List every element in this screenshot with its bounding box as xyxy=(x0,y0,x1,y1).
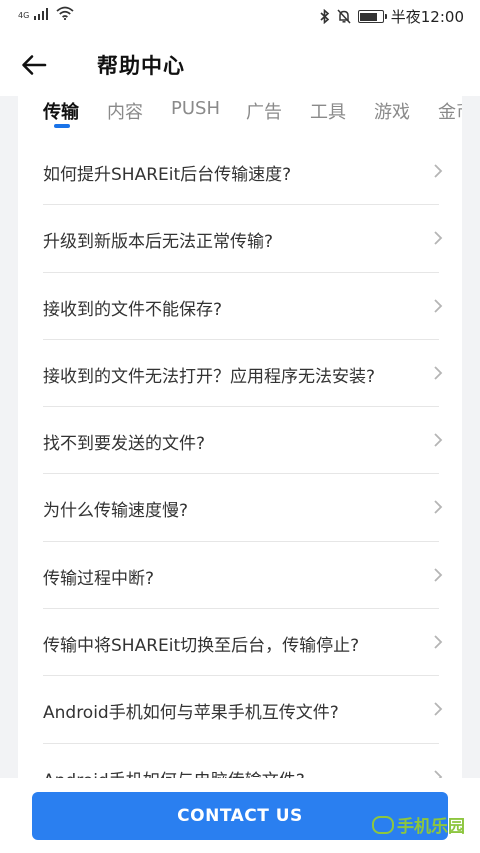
watermark-text: 手机乐园 xyxy=(397,817,465,837)
content-card: 传输 内容 PUSH 广告 工具 游戏 金币 如何提升SHAREit后台传输速度… xyxy=(18,96,462,796)
status-left: 4G xyxy=(18,6,74,20)
faq-question: 为什么传输速度慢? xyxy=(43,501,189,522)
tab-transfer[interactable]: 传输 xyxy=(43,98,79,124)
faq-item[interactable]: 找不到要发送的文件? xyxy=(43,407,443,475)
watermark-icon xyxy=(372,815,394,834)
faq-question: 接收到的文件不能保存? xyxy=(43,299,223,320)
category-tabs: 传输 内容 PUSH 广告 工具 游戏 金币 xyxy=(18,96,462,136)
battery-icon xyxy=(357,10,387,23)
faq-question: 接收到的文件无法打开？应用程序无法安装? xyxy=(43,366,376,387)
chevron-right-icon xyxy=(434,298,443,313)
faq-item[interactable]: Android手机如何与苹果手机互传文件? xyxy=(43,676,443,744)
chevron-right-icon xyxy=(434,366,443,380)
bell-off-icon xyxy=(337,9,351,24)
tab-push[interactable]: PUSH xyxy=(171,98,220,119)
tab-ads[interactable]: 广告 xyxy=(246,98,282,124)
faq-question: 传输中将SHAREit切换至后台，传输停止? xyxy=(43,636,360,657)
chevron-right-icon xyxy=(434,164,443,178)
faq-question: 如何提升SHAREit后台传输速度? xyxy=(43,165,292,185)
tab-tools[interactable]: 工具 xyxy=(310,98,346,124)
status-time: 半夜12:00 xyxy=(390,8,464,26)
watermark-logo: 手机乐园 xyxy=(372,812,465,837)
faq-question: 找不到要发送的文件? xyxy=(43,434,206,455)
chevron-right-icon xyxy=(434,231,443,245)
chevron-right-icon xyxy=(434,702,443,717)
tab-coins[interactable]: 金币 xyxy=(438,98,462,124)
faq-item[interactable]: 接收到的文件无法打开？应用程序无法安装? xyxy=(43,340,443,408)
active-tab-indicator xyxy=(54,124,70,128)
signal-icon xyxy=(34,6,49,20)
faq-question: Android手机如何与苹果手机互传文件? xyxy=(43,703,339,724)
faq-question: 传输过程中断? xyxy=(43,568,155,589)
faq-item[interactable]: 传输过程中断? xyxy=(43,542,443,610)
faq-question: 升级到新版本后无法正常传输? xyxy=(43,232,274,253)
arrow-left-icon xyxy=(22,55,47,75)
tab-games[interactable]: 游戏 xyxy=(374,98,410,124)
faq-item[interactable]: 如何提升SHAREit后台传输速度? xyxy=(43,138,443,206)
faq-item[interactable]: 传输中将SHAREit切换至后台，传输停止? xyxy=(43,609,443,677)
chevron-right-icon xyxy=(434,500,443,515)
header: 帮助中心 xyxy=(0,34,480,96)
faq-item[interactable]: 接收到的文件不能保存? xyxy=(43,273,443,340)
faq-item[interactable]: 升级到新版本后无法正常传输? xyxy=(43,205,443,273)
chevron-right-icon xyxy=(434,433,443,447)
network-type: 4G xyxy=(18,11,30,20)
status-bar: 4G 半夜12:00 xyxy=(0,0,480,34)
chevron-right-icon xyxy=(434,568,443,582)
bluetooth-icon xyxy=(320,9,329,24)
chevron-right-icon xyxy=(434,635,443,649)
faq-item[interactable]: 为什么传输速度慢? xyxy=(43,474,443,542)
wifi-icon xyxy=(56,6,74,20)
page-title: 帮助中心 xyxy=(97,54,185,78)
faq-list: 如何提升SHAREit后台传输速度? 升级到新版本后无法正常传输? 接收到的文件… xyxy=(43,138,443,796)
tab-content[interactable]: 内容 xyxy=(107,98,143,124)
status-right: 半夜12:00 xyxy=(320,6,464,27)
back-button[interactable] xyxy=(18,50,50,80)
